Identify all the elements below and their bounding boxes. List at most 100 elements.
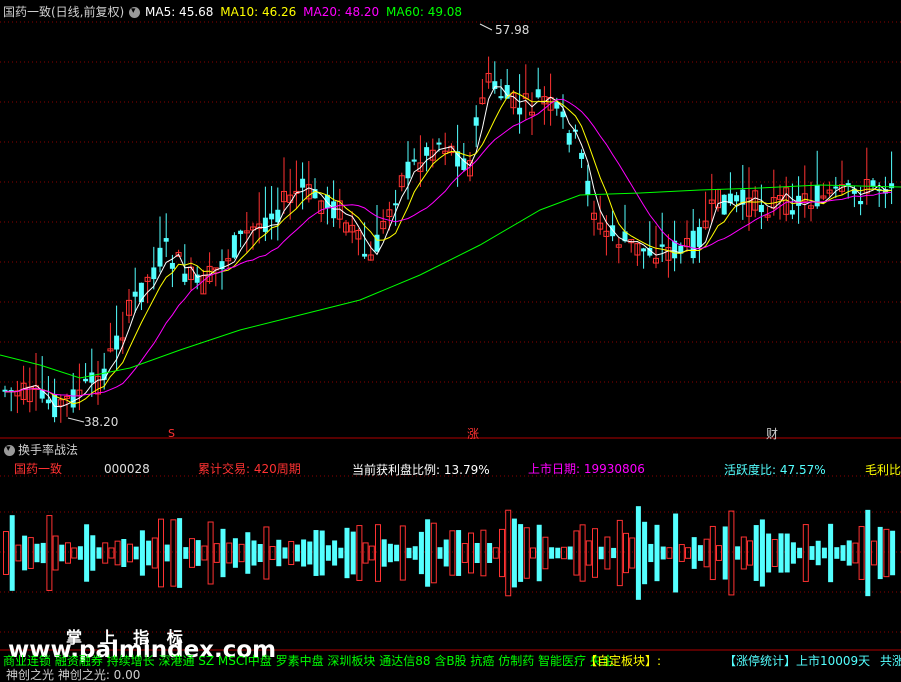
sub-stock-code: 000028	[104, 462, 150, 476]
turnover-bar	[858, 526, 865, 580]
candle-body	[455, 151, 461, 167]
turnover-bar	[648, 543, 654, 563]
candle-body	[535, 89, 541, 98]
event-marker-zhang[interactable]: 涨	[467, 427, 479, 441]
candle-body	[659, 244, 665, 247]
candle-body	[889, 183, 895, 189]
turnover-bar	[164, 544, 170, 562]
turnover-bar	[425, 519, 431, 587]
turnover-bar	[654, 524, 660, 582]
candle-body	[858, 200, 864, 205]
low-pointer	[67, 417, 85, 423]
settings-dropdown-icon[interactable]: ▾	[129, 6, 140, 18]
turnover-bar	[282, 547, 288, 559]
turnover-bar	[121, 539, 127, 567]
turnover-bar	[542, 536, 549, 570]
turnover-bar	[499, 528, 505, 578]
candle-body	[393, 203, 399, 206]
candle-body	[362, 253, 368, 257]
event-marker-cai[interactable]: 财	[766, 427, 778, 441]
turnover-bar	[201, 545, 208, 561]
turnover-bar	[709, 525, 716, 581]
turnover-bar	[778, 533, 784, 573]
turnover-bar	[505, 509, 512, 597]
turnover-bar	[871, 540, 877, 566]
turnover-bar	[573, 530, 580, 576]
candle-body	[331, 201, 337, 219]
candle-body	[101, 368, 107, 380]
ma10-label: MA10: 46.26	[220, 5, 297, 19]
high-pointer	[479, 23, 493, 31]
turnover-bar	[269, 546, 276, 560]
turnover-bar	[226, 542, 233, 564]
margin-ratio: 毛利比	[865, 463, 901, 477]
turnover-bar	[747, 540, 753, 566]
turnover-bar	[877, 526, 883, 580]
ma5-label: MA5: 45.68	[145, 5, 214, 19]
turnover-bar	[685, 547, 691, 559]
turnover-bar	[177, 518, 183, 588]
turnover-bar	[616, 519, 623, 587]
candle-body	[89, 372, 95, 383]
stock-title-text: 国药一致(日线,前复权)	[3, 5, 125, 19]
indicator-dropdown-icon[interactable]: ▾	[4, 444, 15, 456]
candle-body	[796, 195, 802, 206]
turnover-bar	[232, 538, 238, 568]
turnover-bar	[257, 544, 263, 562]
turnover-bar	[114, 540, 121, 566]
turnover-bar	[511, 518, 517, 588]
candle-body	[83, 378, 89, 382]
stock-title[interactable]: 国药一致(日线,前复权)	[3, 5, 124, 19]
turnover-bar	[611, 547, 617, 559]
limit-stats[interactable]: 【涨停统计】上市10009天	[724, 654, 870, 668]
turnover-bar	[238, 543, 245, 563]
turnover-bar	[474, 542, 480, 564]
activity-ratio: 活跃度比: 47.57%	[724, 463, 826, 477]
turnover-bar	[852, 542, 859, 564]
ma10-line	[4, 91, 892, 405]
turnover-bar	[846, 540, 852, 566]
turnover-bar	[468, 532, 474, 574]
high-price-label: 57.98	[495, 23, 530, 37]
turnover-bar	[549, 547, 555, 559]
turnover-bar	[561, 546, 567, 560]
turnover-bar	[319, 530, 325, 576]
candle-body	[405, 161, 411, 179]
self-block-label[interactable]: 【自定板块】:	[585, 654, 661, 668]
turnover-bar	[375, 524, 381, 582]
listing-date: 上市日期: 19930806	[528, 462, 645, 476]
turnover-bar	[555, 547, 561, 559]
turnover-bar	[350, 531, 356, 575]
ma20-line	[4, 98, 892, 397]
turnover-bar	[821, 547, 827, 559]
turnover-bar	[52, 535, 59, 571]
candle-body	[269, 213, 275, 220]
turnover-bar	[697, 545, 703, 561]
candle-body	[833, 186, 839, 189]
event-marker-s[interactable]: S	[168, 427, 175, 441]
candle-body	[157, 247, 163, 267]
turnover-bar	[815, 540, 821, 566]
sector-ticker[interactable]: 商业连锁 融资融券 持续增长 深港通 SZ MSCI中盘 罗素中盘 深圳板块 通…	[3, 654, 614, 668]
turnover-bar	[691, 537, 697, 569]
turnover-bar	[487, 543, 493, 563]
candle-body	[70, 389, 76, 408]
turnover-bar	[108, 547, 115, 559]
turnover-bar	[443, 539, 449, 567]
turnover-bar	[151, 537, 158, 569]
indicator-title[interactable]: 换手率战法	[18, 443, 78, 457]
turnover-bar	[294, 544, 300, 562]
turnover-bar	[189, 538, 195, 568]
turnover-bar	[3, 531, 9, 575]
candle-body	[424, 147, 430, 156]
turnover-bar	[809, 546, 815, 560]
turnover-bar	[883, 528, 890, 578]
turnover-bar	[567, 546, 573, 560]
turnover-bar	[59, 544, 65, 562]
turnover-bar	[381, 539, 387, 567]
candle-body	[238, 230, 244, 235]
chart-canvas[interactable]	[0, 0, 901, 673]
candle-body	[231, 235, 237, 258]
turnover-bar	[865, 509, 871, 597]
turnover-bar	[127, 543, 133, 563]
